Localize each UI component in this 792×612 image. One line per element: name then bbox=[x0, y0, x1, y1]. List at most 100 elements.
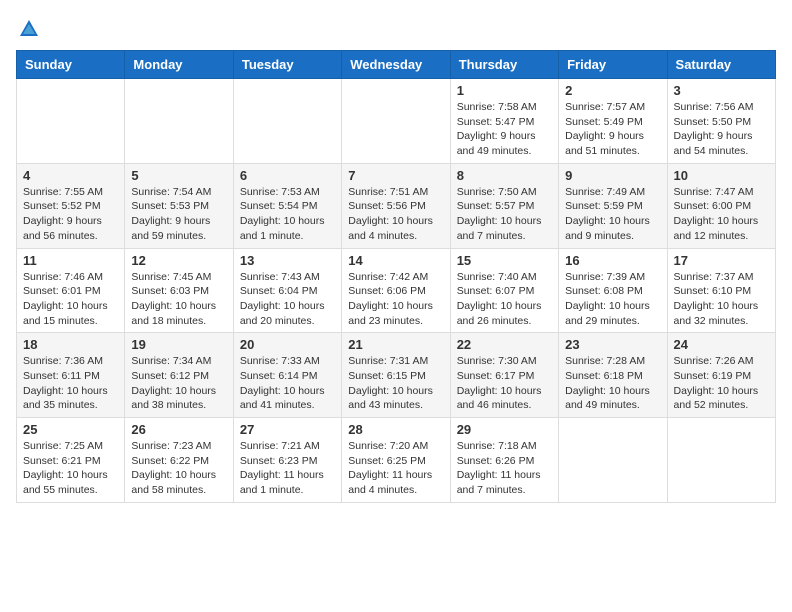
day-info: Sunrise: 7:33 AMSunset: 6:14 PMDaylight:… bbox=[240, 354, 335, 413]
calendar-cell: 26 Sunrise: 7:23 AMSunset: 6:22 PMDayligh… bbox=[125, 418, 233, 503]
day-number: 17 bbox=[674, 253, 769, 268]
calendar-cell: 17Sunrise: 7:37 AMSunset: 6:10 PMDayligh… bbox=[667, 248, 775, 333]
day-info: Sunrise: 7:53 AMSunset: 5:54 PMDaylight:… bbox=[240, 185, 335, 244]
day-number: 16 bbox=[565, 253, 660, 268]
calendar-cell: 3 Sunrise: 7:56 AMSunset: 5:50 PMDaylight… bbox=[667, 79, 775, 164]
day-info: Sunrise: 7:28 AMSunset: 6:18 PMDaylight:… bbox=[565, 354, 660, 413]
day-info: Sunrise: 7:49 AMSunset: 5:59 PMDaylight:… bbox=[565, 185, 660, 244]
calendar-week-1: 1 Sunrise: 7:58 AMSunset: 5:47 PMDaylight… bbox=[17, 79, 776, 164]
day-info: Sunrise: 7:45 AMSunset: 6:03 PMDaylight:… bbox=[131, 270, 226, 329]
day-info: Sunrise: 7:54 AMSunset: 5:53 PMDaylight:… bbox=[131, 185, 226, 244]
header-day-wednesday: Wednesday bbox=[342, 51, 450, 79]
day-number: 11 bbox=[23, 253, 118, 268]
header-day-friday: Friday bbox=[559, 51, 667, 79]
day-info: Sunrise: 7:50 AMSunset: 5:57 PMDaylight:… bbox=[457, 185, 552, 244]
calendar-cell: 12 Sunrise: 7:45 AMSunset: 6:03 PMDayligh… bbox=[125, 248, 233, 333]
calendar-cell: 18 Sunrise: 7:36 AMSunset: 6:11 PMDayligh… bbox=[17, 333, 125, 418]
calendar-cell: 29 Sunrise: 7:18 AMSunset: 6:26 PMDayligh… bbox=[450, 418, 558, 503]
day-info: Sunrise: 7:34 AMSunset: 6:12 PMDaylight:… bbox=[131, 354, 226, 413]
day-info: Sunrise: 7:51 AMSunset: 5:56 PMDaylight:… bbox=[348, 185, 443, 244]
calendar-header-row: SundayMondayTuesdayWednesdayThursdayFrid… bbox=[17, 51, 776, 79]
day-number: 10 bbox=[674, 168, 769, 183]
day-number: 6 bbox=[240, 168, 335, 183]
day-info: Sunrise: 7:36 AMSunset: 6:11 PMDaylight:… bbox=[23, 354, 118, 413]
day-number: 2 bbox=[565, 83, 660, 98]
day-number: 21 bbox=[348, 337, 443, 352]
calendar-cell: 8 Sunrise: 7:50 AMSunset: 5:57 PMDaylight… bbox=[450, 163, 558, 248]
day-number: 27 bbox=[240, 422, 335, 437]
calendar-cell: 23 Sunrise: 7:28 AMSunset: 6:18 PMDayligh… bbox=[559, 333, 667, 418]
calendar-cell bbox=[125, 79, 233, 164]
day-number: 14 bbox=[348, 253, 443, 268]
calendar-cell: 15 Sunrise: 7:40 AMSunset: 6:07 PMDayligh… bbox=[450, 248, 558, 333]
day-info: Sunrise: 7:58 AMSunset: 5:47 PMDaylight:… bbox=[457, 100, 552, 159]
day-number: 3 bbox=[674, 83, 769, 98]
logo bbox=[16, 16, 40, 40]
day-info: Sunrise: 7:57 AMSunset: 5:49 PMDaylight:… bbox=[565, 100, 660, 159]
calendar-cell: 27 Sunrise: 7:21 AMSunset: 6:23 PMDayligh… bbox=[233, 418, 341, 503]
day-number: 9 bbox=[565, 168, 660, 183]
calendar-cell: 13 Sunrise: 7:43 AMSunset: 6:04 PMDayligh… bbox=[233, 248, 341, 333]
day-info: Sunrise: 7:39 AMSunset: 6:08 PMDaylight:… bbox=[565, 270, 660, 329]
day-number: 19 bbox=[131, 337, 226, 352]
calendar-week-4: 18 Sunrise: 7:36 AMSunset: 6:11 PMDayligh… bbox=[17, 333, 776, 418]
calendar-cell: 22 Sunrise: 7:30 AMSunset: 6:17 PMDayligh… bbox=[450, 333, 558, 418]
calendar-cell: 9 Sunrise: 7:49 AMSunset: 5:59 PMDaylight… bbox=[559, 163, 667, 248]
calendar-cell: 16 Sunrise: 7:39 AMSunset: 6:08 PMDayligh… bbox=[559, 248, 667, 333]
day-info: Sunrise: 7:40 AMSunset: 6:07 PMDaylight:… bbox=[457, 270, 552, 329]
day-info: Sunrise: 7:20 AMSunset: 6:25 PMDaylight:… bbox=[348, 439, 443, 498]
day-number: 12 bbox=[131, 253, 226, 268]
day-info: Sunrise: 7:23 AMSunset: 6:22 PMDaylight:… bbox=[131, 439, 226, 498]
day-info: Sunrise: 7:43 AMSunset: 6:04 PMDaylight:… bbox=[240, 270, 335, 329]
calendar-cell: 14 Sunrise: 7:42 AMSunset: 6:06 PMDayligh… bbox=[342, 248, 450, 333]
calendar-week-5: 25 Sunrise: 7:25 AMSunset: 6:21 PMDayligh… bbox=[17, 418, 776, 503]
day-number: 20 bbox=[240, 337, 335, 352]
header-day-sunday: Sunday bbox=[17, 51, 125, 79]
day-info: Sunrise: 7:25 AMSunset: 6:21 PMDaylight:… bbox=[23, 439, 118, 498]
day-number: 1 bbox=[457, 83, 552, 98]
day-info: Sunrise: 7:18 AMSunset: 6:26 PMDaylight:… bbox=[457, 439, 552, 498]
header-day-monday: Monday bbox=[125, 51, 233, 79]
day-info: Sunrise: 7:46 AMSunset: 6:01 PMDaylight:… bbox=[23, 270, 118, 329]
calendar-cell: 5 Sunrise: 7:54 AMSunset: 5:53 PMDaylight… bbox=[125, 163, 233, 248]
logo-icon bbox=[18, 18, 40, 40]
day-number: 29 bbox=[457, 422, 552, 437]
header-day-tuesday: Tuesday bbox=[233, 51, 341, 79]
day-number: 15 bbox=[457, 253, 552, 268]
calendar-cell: 25 Sunrise: 7:25 AMSunset: 6:21 PMDayligh… bbox=[17, 418, 125, 503]
day-number: 26 bbox=[131, 422, 226, 437]
calendar-cell: 4 Sunrise: 7:55 AMSunset: 5:52 PMDaylight… bbox=[17, 163, 125, 248]
day-number: 25 bbox=[23, 422, 118, 437]
calendar-cell: 10Sunrise: 7:47 AMSunset: 6:00 PMDayligh… bbox=[667, 163, 775, 248]
day-number: 18 bbox=[23, 337, 118, 352]
day-info: Sunrise: 7:55 AMSunset: 5:52 PMDaylight:… bbox=[23, 185, 118, 244]
day-info: Sunrise: 7:30 AMSunset: 6:17 PMDaylight:… bbox=[457, 354, 552, 413]
calendar-cell: 19 Sunrise: 7:34 AMSunset: 6:12 PMDayligh… bbox=[125, 333, 233, 418]
page-header bbox=[16, 16, 776, 40]
day-number: 23 bbox=[565, 337, 660, 352]
day-number: 24 bbox=[674, 337, 769, 352]
calendar-cell bbox=[342, 79, 450, 164]
day-info: Sunrise: 7:21 AMSunset: 6:23 PMDaylight:… bbox=[240, 439, 335, 498]
day-number: 22 bbox=[457, 337, 552, 352]
day-number: 7 bbox=[348, 168, 443, 183]
day-number: 4 bbox=[23, 168, 118, 183]
calendar-cell: 11 Sunrise: 7:46 AMSunset: 6:01 PMDayligh… bbox=[17, 248, 125, 333]
calendar-cell: 6 Sunrise: 7:53 AMSunset: 5:54 PMDaylight… bbox=[233, 163, 341, 248]
day-number: 8 bbox=[457, 168, 552, 183]
calendar-cell: 7 Sunrise: 7:51 AMSunset: 5:56 PMDaylight… bbox=[342, 163, 450, 248]
calendar-cell: 21 Sunrise: 7:31 AMSunset: 6:15 PMDayligh… bbox=[342, 333, 450, 418]
day-info: Sunrise: 7:26 AMSunset: 6:19 PMDaylight:… bbox=[674, 354, 769, 413]
calendar-week-3: 11 Sunrise: 7:46 AMSunset: 6:01 PMDayligh… bbox=[17, 248, 776, 333]
calendar-cell: 28Sunrise: 7:20 AMSunset: 6:25 PMDayligh… bbox=[342, 418, 450, 503]
day-info: Sunrise: 7:56 AMSunset: 5:50 PMDaylight:… bbox=[674, 100, 769, 159]
day-number: 13 bbox=[240, 253, 335, 268]
calendar-cell: 1 Sunrise: 7:58 AMSunset: 5:47 PMDaylight… bbox=[450, 79, 558, 164]
calendar-week-2: 4 Sunrise: 7:55 AMSunset: 5:52 PMDaylight… bbox=[17, 163, 776, 248]
day-number: 5 bbox=[131, 168, 226, 183]
calendar-cell: 20 Sunrise: 7:33 AMSunset: 6:14 PMDayligh… bbox=[233, 333, 341, 418]
day-info: Sunrise: 7:42 AMSunset: 6:06 PMDaylight:… bbox=[348, 270, 443, 329]
day-info: Sunrise: 7:31 AMSunset: 6:15 PMDaylight:… bbox=[348, 354, 443, 413]
calendar-cell bbox=[559, 418, 667, 503]
calendar-table: SundayMondayTuesdayWednesdayThursdayFrid… bbox=[16, 50, 776, 503]
